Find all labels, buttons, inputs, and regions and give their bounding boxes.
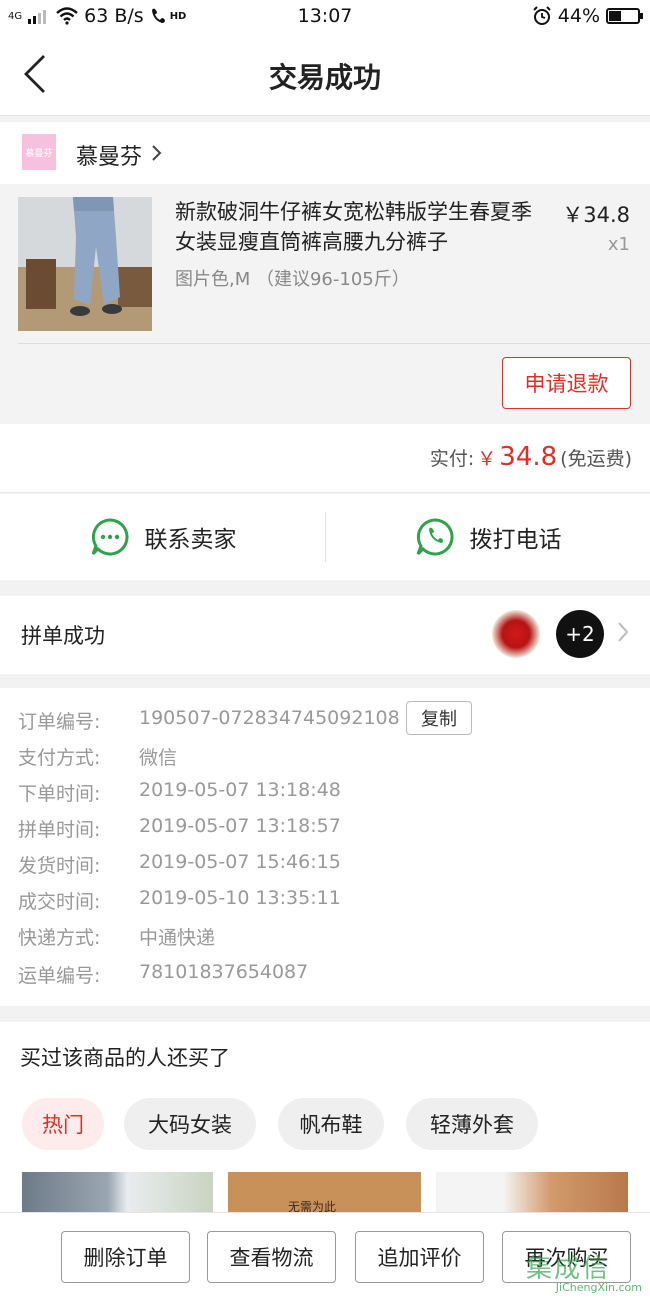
info-key: 下单时间: [18,783,101,805]
paid-amount: 34.8 [499,442,558,472]
avatar [492,610,540,658]
watermark-cn: 集成信 [526,1254,611,1284]
contact-row: 联系卖家 拨打电话 [0,494,650,580]
product-photo-illustration [18,197,152,331]
call-phone-button[interactable]: 拨打电话 [325,494,650,580]
product-card[interactable]: 新款破洞牛仔裤女宽松韩版学生春夏季女装显瘦直筒裤高腰九分裤子 图片色,M （建议… [0,184,650,424]
currency-symbol: ￥ [477,448,497,470]
info-value: 2019-05-07 15:46:15 [139,851,341,873]
contact-seller-button[interactable]: 联系卖家 [0,494,325,580]
shop-logo: 慕曼芬 [22,134,56,170]
group-buy-row[interactable]: 拼单成功 +2 [0,596,650,674]
paid-label: 实付: [429,448,475,470]
group-status-label: 拼单成功 [21,624,105,648]
shop-name: 慕曼芬 [76,145,143,170]
watermark: 集成信 JiChengXin.com [526,1248,646,1298]
product-image [18,197,152,331]
tab-light-jacket[interactable]: 轻薄外套 [406,1098,538,1150]
contact-seller-label: 联系卖家 [144,527,237,553]
call-phone-label: 拨打电话 [469,527,562,553]
product-spec: 图片色,M （建议96-105斤） [175,269,410,290]
info-key: 发货时间: [18,855,101,877]
nav-bar: 交易成功 [0,34,650,116]
battery-percent: 44% [557,5,600,27]
info-row-group-time: 拼单时间: 2019-05-07 13:18:57 [18,815,341,842]
divider [18,343,650,344]
clock: 13:07 [297,5,353,27]
shipping-note: (免运费) [560,448,632,470]
shop-row[interactable]: 慕曼芬 慕曼芬 [0,122,650,184]
status-bar: 4G 63 B/s HD 13:07 44% [0,0,650,34]
alarm-icon [533,6,551,25]
product-price: ￥34.8 [562,203,630,227]
info-row-payment: 支付方式: 微信 [18,743,177,770]
watermark-en: JiChengXin.com [555,1281,642,1294]
info-row-ship-time: 发货时间: 2019-05-07 15:46:15 [18,851,341,878]
info-key: 运单编号: [18,965,101,987]
product-quantity: x1 [607,234,630,255]
info-value: 2019-05-10 13:35:11 [139,887,341,909]
phone-icon [416,518,454,556]
info-key: 成交时间: [18,891,101,913]
info-row-order-no: 订单编号: 190507-072834745092108 [18,707,400,734]
info-row-courier: 快递方式: 中通快递 [18,923,215,950]
tracking-number[interactable]: 78101837654087 [139,961,308,988]
more-members-count: +2 [565,622,595,646]
order-number[interactable]: 190507-072834745092108 [139,707,400,734]
info-value: 微信 [139,747,178,769]
battery-level [609,11,622,21]
payment-summary: 实付: ￥ 34.8 (免运费) [0,424,650,493]
tab-hot[interactable]: 热门 [22,1098,104,1150]
info-row-deal-time: 成交时间: 2019-05-10 13:35:11 [18,887,341,914]
page-title: 交易成功 [268,61,381,94]
chevron-right-icon [152,145,162,161]
more-members-avatar: +2 [556,610,604,658]
chevron-right-icon [618,622,629,642]
info-value: 2019-05-07 13:18:57 [139,815,341,837]
recommendation-title: 买过该商品的人还买了 [20,1046,230,1070]
info-key: 订单编号: [18,711,101,733]
info-value: 2019-05-07 13:18:48 [139,779,341,801]
chat-icon [91,518,129,556]
info-key: 快递方式: [18,927,101,949]
product-title: 新款破洞牛仔裤女宽松韩版学生春夏季女装显瘦直筒裤高腰九分裤子 [175,200,532,254]
copy-button[interactable]: 复制 [406,701,472,735]
info-row-order-time: 下单时间: 2019-05-07 13:18:48 [18,779,341,806]
order-info: 订单编号: 190507-072834745092108 复制 支付方式: 微信 下… [0,688,650,1006]
refund-button[interactable]: 申请退款 [502,357,631,409]
tab-canvas-shoes[interactable]: 帆布鞋 [278,1098,384,1150]
view-logistics-button[interactable]: 查看物流 [207,1231,336,1283]
info-value: 中通快递 [139,927,216,949]
shop-logo-text: 慕曼芬 [25,148,53,159]
info-row-tracking: 运单编号: 78101837654087 [18,961,308,988]
add-review-button[interactable]: 追加评价 [355,1231,484,1283]
tab-plus-size[interactable]: 大码女装 [124,1098,256,1150]
delete-order-button[interactable]: 删除订单 [61,1231,190,1283]
battery-icon [606,8,643,24]
info-key: 拼单时间: [18,819,101,841]
info-key: 支付方式: [18,747,101,769]
